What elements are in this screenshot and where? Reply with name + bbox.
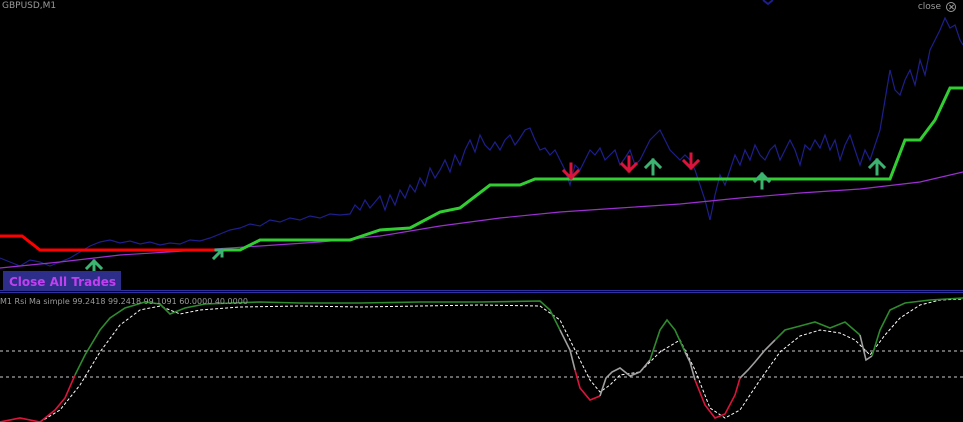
rsi-segment-up bbox=[774, 321, 861, 341]
stop-line-down bbox=[0, 234, 220, 252]
buy-arrow-icon bbox=[643, 157, 663, 176]
buy-arrow-icon bbox=[752, 171, 772, 190]
buy-arrow-icon bbox=[211, 247, 225, 261]
sell-arrow-icon bbox=[762, 0, 774, 6]
pane-divider[interactable] bbox=[0, 290, 963, 293]
rsi-segment-up bbox=[74, 300, 561, 376]
rsi-segment-neutral bbox=[599, 359, 651, 397]
rsi-segment-neutral bbox=[684, 351, 696, 381]
indicator-header: M1 Rsi Ma simple 99.2418 99.2418 99.1091… bbox=[0, 297, 248, 306]
rsi-segment-neutral bbox=[739, 339, 776, 379]
buy-arrows bbox=[84, 157, 887, 277]
rsi-segment-up bbox=[871, 297, 963, 357]
rsi-segment-up bbox=[649, 318, 686, 361]
rsi-line bbox=[0, 297, 963, 422]
stop-line-up bbox=[220, 86, 963, 252]
rsi-segment-down bbox=[0, 374, 76, 422]
price-line bbox=[0, 16, 963, 267]
ma-line bbox=[0, 171, 963, 269]
rsi-segment-neutral bbox=[859, 334, 873, 362]
close-all-trades-button[interactable]: Close All Trades bbox=[3, 271, 121, 291]
rsi-signal-line bbox=[39, 298, 963, 422]
price-chart bbox=[0, 0, 963, 422]
buy-arrow-icon bbox=[867, 157, 887, 176]
rsi-segment-down bbox=[694, 377, 741, 419]
